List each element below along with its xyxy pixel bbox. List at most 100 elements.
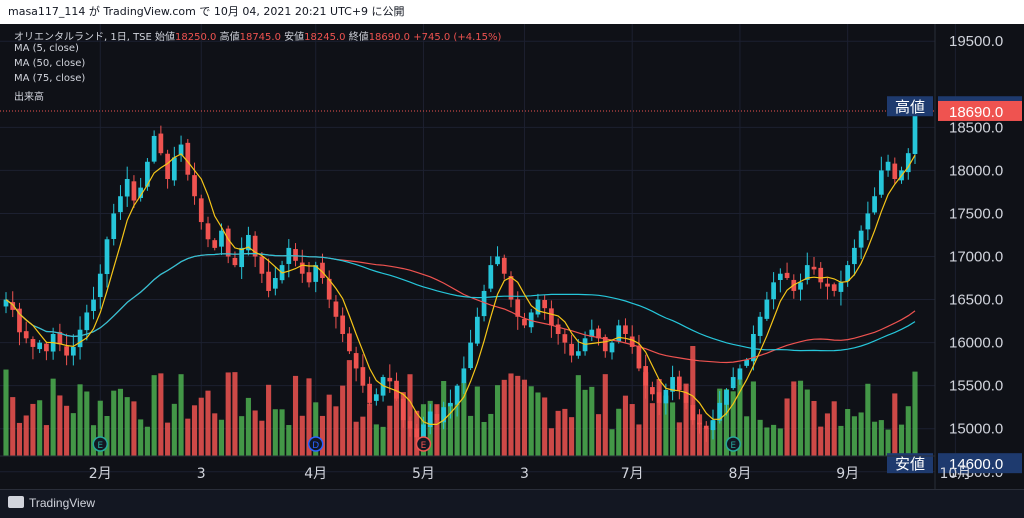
candle: [811, 256, 817, 275]
candle-body: [744, 359, 750, 366]
legend-ma5[interactable]: MA (5, close): [14, 43, 79, 54]
chart-area[interactable]: 19500.0 18500.0 18000.0 17500.0 17000.0 16500…: [0, 24, 1024, 489]
volume-bar: [555, 410, 561, 456]
legend-open-label: 始値: [155, 32, 176, 43]
candle-body: [562, 334, 568, 343]
candle-body: [84, 312, 90, 331]
candle-body: [609, 342, 615, 353]
candle-body: [535, 299, 541, 315]
volume-bar: [326, 394, 332, 456]
volume-bar: [272, 409, 278, 456]
volume-bar: [757, 419, 763, 456]
legend-low: 18245.0: [304, 32, 346, 43]
candle: [212, 238, 218, 251]
volume-bar: [535, 392, 541, 456]
candle: [97, 264, 103, 309]
time-axis-tick: 2月: [89, 466, 112, 482]
event-marker: E: [92, 436, 109, 452]
candle: [151, 130, 157, 164]
legend-ma50[interactable]: MA (50, close): [14, 58, 85, 69]
volume-bar: [764, 427, 770, 456]
candle: [44, 341, 49, 361]
volume-bar: [84, 391, 90, 456]
candle-body: [852, 247, 857, 265]
time-axis-tick: 8月: [728, 466, 751, 482]
candle-body: [353, 353, 359, 369]
volume-bar: [609, 429, 615, 456]
volume-bar: [569, 417, 575, 456]
volume-bar: [501, 379, 507, 456]
price-axis-tick: 18500.0: [949, 119, 1003, 136]
volume-bar: [16, 422, 23, 456]
volume-bar: [387, 405, 393, 456]
candle-body: [225, 228, 231, 257]
candle-body: [232, 257, 238, 266]
event-marker-label: E: [730, 441, 736, 451]
candle-body: [676, 376, 682, 390]
candle: [818, 262, 824, 289]
candle: [764, 291, 770, 321]
volume-bar: [521, 379, 528, 456]
volume-bar: [912, 371, 918, 456]
candle: [542, 294, 548, 320]
candle-body: [448, 402, 453, 407]
candle: [488, 256, 494, 293]
event-marker-label: D: [312, 441, 319, 451]
candle-body: [757, 316, 763, 336]
volume-bar: [784, 398, 790, 456]
volume-bar: [245, 397, 251, 456]
candle-body: [266, 271, 271, 291]
price-label-tag: 高値: [895, 98, 925, 116]
volume-bar: [791, 381, 797, 456]
volume-bar: [750, 381, 756, 456]
volume-bar: [165, 422, 171, 456]
volume-bar: [252, 410, 258, 456]
legend-volume[interactable]: 出来高: [14, 88, 44, 103]
candle-body: [118, 196, 123, 213]
volume-bar: [131, 401, 137, 456]
legend-high: 18745.0: [239, 32, 281, 43]
candle-body: [104, 239, 110, 275]
candle: [37, 340, 43, 354]
volume-bar: [885, 429, 891, 456]
publish-header-text: masa117_114 が TradingView.com で 10月 04, …: [8, 5, 405, 18]
volume-bar: [528, 386, 534, 456]
candle-body: [663, 389, 669, 404]
candle-body: [501, 257, 507, 274]
volume-bar: [212, 413, 218, 456]
candle: [104, 236, 110, 288]
event-marker: E: [725, 436, 741, 452]
candle-body: [97, 273, 103, 298]
price-axis-tick: 15000.0: [949, 421, 1003, 438]
legend-symbol: オリエンタルランド, 1日, TSE: [14, 32, 152, 43]
candle-body: [387, 377, 393, 382]
volume-bar: [77, 384, 83, 456]
legend-close-label: 終値: [348, 32, 369, 43]
candle: [535, 293, 541, 318]
volume-bar: [353, 421, 359, 456]
volume-bar: [373, 424, 379, 456]
price-label-tag: 安値: [895, 455, 925, 473]
event-marker: E: [415, 436, 432, 452]
candle-body: [414, 428, 420, 438]
candle: [333, 295, 339, 329]
candle: [515, 291, 521, 330]
volume-bar: [239, 416, 245, 456]
candle: [757, 311, 763, 344]
tradingview-logo[interactable]: TradingView: [8, 496, 95, 510]
candle: [3, 292, 9, 314]
price-axis-tick: 15500.0: [949, 378, 1003, 395]
legend-ma75[interactable]: MA (75, close): [14, 73, 85, 84]
volume-bar: [333, 406, 339, 456]
candlestick-chart[interactable]: 19500.0 18500.0 18000.0 17500.0 17000.0 16500…: [0, 24, 1024, 489]
candle-body: [373, 394, 379, 401]
candle-body: [737, 368, 743, 380]
candle-body: [845, 265, 851, 281]
volume-bar: [407, 374, 413, 456]
volume-bar: [225, 372, 231, 456]
candle: [670, 365, 675, 401]
candle: [293, 243, 298, 267]
volume-bar: [515, 375, 521, 456]
candle: [676, 370, 682, 400]
candle-body: [212, 240, 218, 248]
